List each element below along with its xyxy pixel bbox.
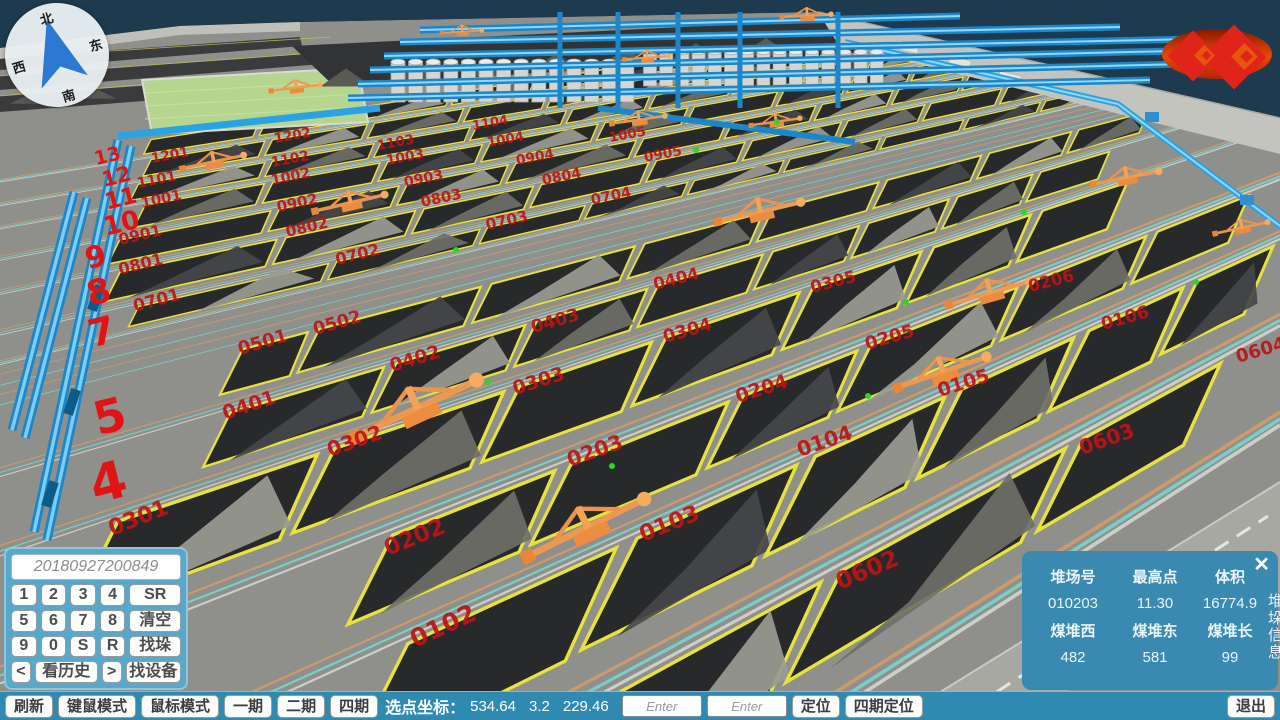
stack-info-grid: 堆场号 最高点 体积 010203 11.30 16774.9 煤堆西 煤堆东 … xyxy=(1022,551,1266,690)
view-history-button[interactable]: 看历史 xyxy=(35,661,98,683)
find-stack-button[interactable]: 找垛 xyxy=(129,636,181,658)
phase4-locate-button[interactable]: 四期定位 xyxy=(845,695,923,718)
coord-y-value: 3.2 xyxy=(529,698,550,715)
status-dot xyxy=(609,463,615,469)
status-dot xyxy=(693,147,699,153)
phase1-button[interactable]: 一期 xyxy=(224,695,272,718)
company-logo xyxy=(1161,12,1273,90)
find-device-button[interactable]: 找设备 xyxy=(126,661,181,683)
coord-x-value: 534.64 xyxy=(470,698,516,715)
status-dot xyxy=(485,379,491,385)
pile-east-value: 581 xyxy=(1116,649,1194,666)
pile-east-label: 煤堆东 xyxy=(1116,620,1194,641)
yard-no-label: 堆场号 xyxy=(1030,566,1116,587)
pile-west-value: 482 xyxy=(1030,649,1116,666)
yard-no-value: 010203 xyxy=(1030,595,1116,612)
status-dot xyxy=(1021,209,1027,215)
status-dot xyxy=(1193,279,1199,285)
stack-info-panel: ✕ 堆场号 最高点 体积 010203 11.30 16774.9 煤堆西 煤堆… xyxy=(1022,551,1278,690)
key-1[interactable]: 1 xyxy=(11,584,37,606)
key-7[interactable]: 7 xyxy=(70,610,96,632)
key-8[interactable]: 8 xyxy=(100,610,126,632)
key-6[interactable]: 6 xyxy=(41,610,67,632)
kb-mouse-mode-button[interactable]: 键鼠模式 xyxy=(58,695,136,718)
phase4-button[interactable]: 四期 xyxy=(330,695,378,718)
exit-button[interactable]: 退出 xyxy=(1227,695,1275,718)
highest-point-value: 11.30 xyxy=(1116,595,1194,612)
key-2[interactable]: 2 xyxy=(41,584,67,606)
status-dot xyxy=(774,119,780,125)
status-dot xyxy=(903,299,909,305)
pile-length-value: 99 xyxy=(1194,649,1266,666)
locate-button[interactable]: 定位 xyxy=(792,695,840,718)
logo-icon xyxy=(1161,12,1273,90)
key-9[interactable]: 9 xyxy=(11,636,37,658)
phase2-button[interactable]: 二期 xyxy=(277,695,325,718)
highest-point-label: 最高点 xyxy=(1116,566,1194,587)
key-5[interactable]: 5 xyxy=(11,610,37,632)
key-r[interactable]: R xyxy=(100,636,126,658)
key-s[interactable]: S xyxy=(70,636,96,658)
status-dot xyxy=(865,393,871,399)
pile-length-label: 煤堆长 xyxy=(1194,620,1266,641)
close-icon[interactable]: ✕ xyxy=(1253,552,1270,577)
status-dot xyxy=(453,247,459,253)
coord-z-value: 229.46 xyxy=(563,698,609,715)
history-prev-button[interactable]: < xyxy=(11,661,31,683)
key-sr[interactable]: SR xyxy=(129,584,181,606)
stack-search-panel: 1 2 3 4 SR 5 6 7 8 清空 9 0 S R 找垛 < 看历史 >… xyxy=(4,547,188,690)
key-4[interactable]: 4 xyxy=(100,584,126,606)
pick-coord-label: 选点坐标： xyxy=(385,694,465,718)
clear-button[interactable]: 清空 xyxy=(129,610,181,632)
history-next-button[interactable]: > xyxy=(102,661,122,683)
stack-code-display[interactable] xyxy=(11,554,181,580)
coord-input-2[interactable] xyxy=(707,695,787,717)
coord-input-1[interactable] xyxy=(622,695,702,717)
pile-west-label: 煤堆西 xyxy=(1030,620,1116,641)
key-0[interactable]: 0 xyxy=(41,636,67,658)
bottom-toolbar: 刷新 键鼠模式 鼠标模式 一期 二期 四期 选点坐标： 534.64 3.2 2… xyxy=(0,691,1280,720)
key-3[interactable]: 3 xyxy=(70,584,96,606)
mouse-mode-button[interactable]: 鼠标模式 xyxy=(141,695,219,718)
refresh-button[interactable]: 刷新 xyxy=(5,695,53,718)
volume-value: 16774.9 xyxy=(1194,595,1266,612)
